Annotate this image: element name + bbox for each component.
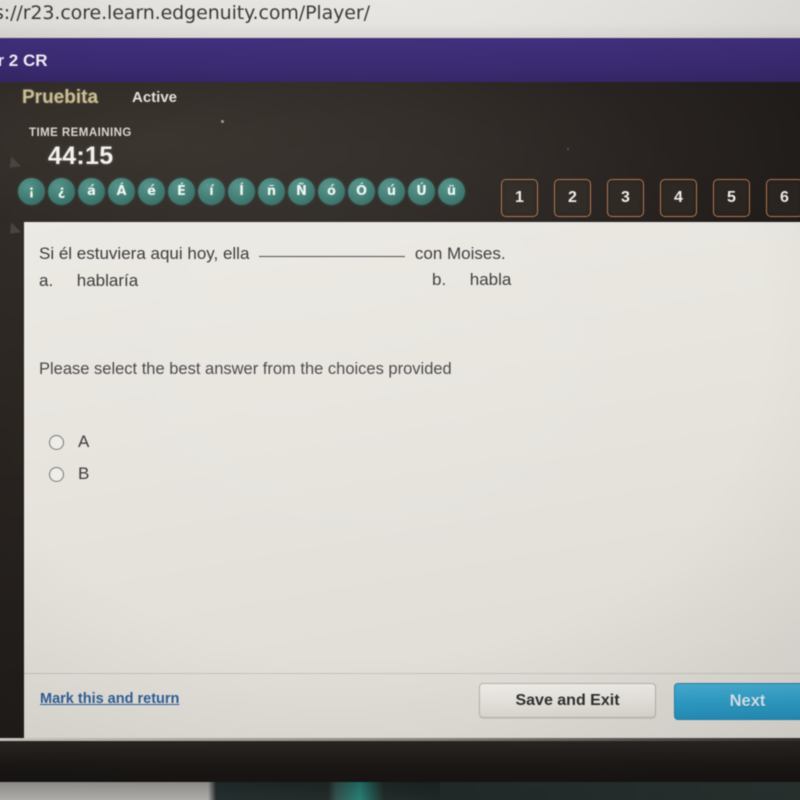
accent-button-5[interactable]: É [168, 178, 195, 205]
accent-button-6[interactable]: í [198, 178, 225, 205]
collapse-arrow-icon-bottom[interactable] [4, 222, 22, 239]
answer-choice-A[interactable]: A [40, 426, 89, 458]
tab-pruebita[interactable]: Pruebita [22, 87, 98, 109]
instruction-text: Please select the best answer from the c… [39, 360, 452, 378]
bezel-highlight [0, 738, 800, 741]
left-gutter [0, 156, 24, 738]
inline-option-b: b. habla [432, 270, 511, 290]
accent-button-0[interactable]: ¡ [18, 178, 45, 205]
course-title: er 2 CR [0, 51, 48, 70]
answer-choice-B[interactable]: B [40, 458, 89, 490]
mark-this-and-return-link[interactable]: Mark this and return [40, 691, 179, 707]
question-number-button-4[interactable]: 4 [660, 179, 697, 217]
answer-choice-label: A [78, 432, 90, 451]
accent-character-bar: ¡ ¿ á Áé Éí Íñ Ñó Óú Úü [18, 178, 465, 205]
answer-choice-label: B [78, 464, 90, 483]
accent-button-11[interactable]: Ó [348, 178, 375, 205]
question-number-button-6[interactable]: 6 [766, 179, 800, 217]
accent-button-4[interactable]: é [138, 178, 165, 205]
accent-button-10[interactable]: ó [318, 178, 345, 205]
question-stem-before: Si él estuviera aqui hoy, ella [39, 244, 250, 263]
accent-button-9[interactable]: Ñ [288, 178, 315, 205]
question-number-button-1[interactable]: 1 [501, 179, 538, 217]
tab-status-active: Active [132, 89, 178, 106]
footer-divider [24, 673, 800, 674]
time-remaining-value: 44:15 [48, 142, 114, 170]
monitor-photo: s://r23.core.learn.edgenuity.com/Player/… [0, 0, 800, 800]
answer-choices: AB [40, 426, 89, 490]
inline-option-a: a. hablaría [39, 271, 138, 291]
url-text[interactable]: s://r23.core.learn.edgenuity.com/Player/ [0, 2, 370, 24]
question-content-panel: Si él estuviera aqui hoy, ella con Moise… [24, 222, 800, 738]
next-button[interactable]: Next [674, 683, 800, 720]
background-desk-shadow [0, 782, 440, 800]
question-number-button-5[interactable]: 5 [713, 179, 750, 217]
inline-option-a-letter: a. [39, 271, 54, 290]
accent-button-8[interactable]: ñ [258, 178, 285, 205]
accent-button-2[interactable]: á [78, 178, 105, 205]
inline-option-a-text: hablaría [76, 271, 139, 290]
accent-button-13[interactable]: Ú [408, 178, 435, 205]
time-remaining: TIME REMAINING 44:15 [29, 127, 132, 171]
time-remaining-label: TIME REMAINING [29, 127, 132, 139]
question-number-button-3[interactable]: 3 [607, 179, 644, 217]
browser-url-bar[interactable]: s://r23.core.learn.edgenuity.com/Player/ [0, 0, 800, 38]
accent-button-1[interactable]: ¿ [48, 178, 75, 205]
question-number-button-2[interactable]: 2 [554, 179, 591, 217]
question-stem: Si él estuviera aqui hoy, ella con Moise… [39, 244, 506, 264]
inline-option-b-text: habla [469, 270, 512, 289]
radio-button-A[interactable] [49, 434, 64, 450]
answer-blank [259, 256, 406, 257]
question-number-bar: 123456 [501, 179, 800, 217]
question-stem-after: con Moises. [414, 244, 506, 263]
accent-button-3[interactable]: Á [108, 178, 135, 205]
accent-button-7[interactable]: Í [228, 178, 255, 205]
course-bar: er 2 CR [0, 38, 800, 82]
accent-button-12[interactable]: ú [378, 178, 405, 205]
radio-button-B[interactable] [49, 466, 64, 482]
save-and-exit-button[interactable]: Save and Exit [479, 683, 656, 718]
accent-button-14[interactable]: ü [438, 178, 465, 205]
inline-option-b-letter: b. [432, 270, 447, 289]
